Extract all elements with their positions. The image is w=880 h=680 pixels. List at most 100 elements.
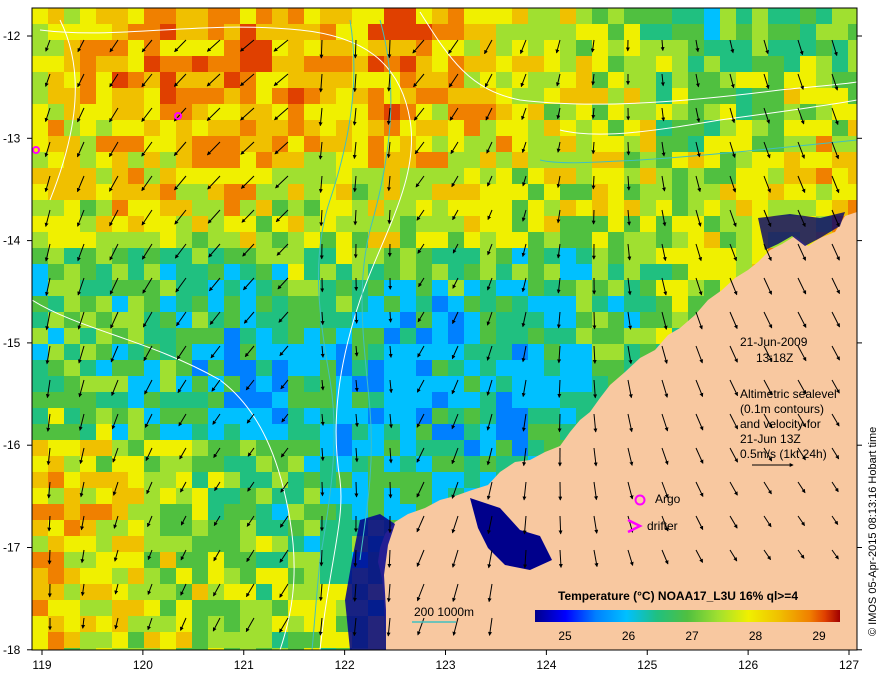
sst-cell — [160, 552, 176, 568]
sst-cell — [736, 200, 752, 216]
sst-cell — [480, 328, 496, 344]
sst-cell — [512, 8, 528, 24]
sst-cell — [784, 152, 800, 168]
sst-cell — [144, 360, 160, 376]
sst-cell — [240, 152, 256, 168]
sst-cell — [400, 408, 416, 424]
sst-cell — [176, 168, 192, 184]
sst-cell — [704, 216, 720, 232]
sst-cell — [128, 360, 144, 376]
velocity-arrow — [319, 39, 324, 59]
sst-cell — [496, 376, 512, 392]
sst-cell — [160, 440, 176, 456]
sst-cell — [320, 88, 336, 104]
sst-cell — [128, 56, 144, 72]
sst-cell — [560, 344, 576, 360]
sst-cell — [288, 168, 304, 184]
sst-cell — [816, 8, 832, 24]
sst-cell — [240, 472, 256, 488]
sst-cell — [496, 216, 512, 232]
sst-cell — [192, 264, 208, 280]
sst-cell — [48, 520, 64, 536]
sst-cell — [432, 328, 448, 344]
sst-cell — [352, 376, 368, 392]
sst-cell — [560, 232, 576, 248]
sst-cell — [160, 360, 176, 376]
sst-cell — [704, 24, 720, 40]
sst-cell — [144, 152, 160, 168]
sst-cell — [208, 216, 224, 232]
sst-cell — [464, 248, 480, 264]
sst-cell — [528, 344, 544, 360]
sst-cell — [256, 296, 272, 312]
sst-cell — [592, 168, 608, 184]
sst-cell — [752, 8, 768, 24]
sst-cell — [48, 152, 64, 168]
sst-cell — [272, 424, 288, 440]
sst-cell — [352, 8, 368, 24]
sst-cell — [224, 216, 240, 232]
sst-cell — [112, 440, 128, 456]
sst-cell — [80, 328, 96, 344]
sst-cell — [768, 56, 784, 72]
sst-cell — [400, 248, 416, 264]
sst-cell — [336, 424, 352, 440]
sst-cell — [528, 24, 544, 40]
x-tick-label: 120 — [133, 658, 153, 672]
sst-cell — [32, 552, 48, 568]
sst-cell — [208, 424, 224, 440]
sst-cell — [544, 168, 560, 184]
sst-cell — [368, 296, 384, 312]
sst-cell — [64, 456, 80, 472]
sst-cell — [560, 88, 576, 104]
sst-cell — [224, 520, 240, 536]
sst-cell — [48, 568, 64, 584]
sst-cell — [32, 360, 48, 376]
velocity-arrow — [592, 311, 597, 330]
sst-cell — [48, 392, 64, 408]
sst-cell — [288, 248, 304, 264]
sst-cell — [224, 184, 240, 200]
sst-cell — [496, 120, 512, 136]
sst-cell — [512, 264, 528, 280]
sst-cell — [240, 312, 256, 328]
sst-cell — [416, 328, 432, 344]
sst-cell — [144, 552, 160, 568]
sst-cell — [208, 248, 224, 264]
sst-cell — [640, 56, 656, 72]
sst-cell — [96, 184, 112, 200]
sst-cell — [384, 200, 400, 216]
sst-cell — [304, 392, 320, 408]
sst-cell — [704, 264, 720, 280]
sst-cell — [480, 200, 496, 216]
sst-cell — [160, 408, 176, 424]
sst-cell — [208, 312, 224, 328]
sst-cell — [96, 632, 112, 648]
sst-cell — [96, 488, 112, 504]
sst-cell — [256, 312, 272, 328]
legend-line: 21-Jun 13Z — [740, 432, 801, 446]
sst-cell — [112, 568, 128, 584]
sst-cell — [816, 40, 832, 56]
sst-cell — [144, 40, 160, 56]
sst-cell — [272, 296, 288, 312]
sst-cell — [448, 408, 464, 424]
sst-cell — [352, 40, 368, 56]
sst-cell — [336, 296, 352, 312]
sst-cell — [96, 376, 112, 392]
sst-cell — [144, 600, 160, 616]
sst-cell — [528, 248, 544, 264]
sst-cell — [480, 184, 496, 200]
sst-cell — [336, 312, 352, 328]
sst-cell — [336, 168, 352, 184]
sst-cell — [240, 264, 256, 280]
sst-cell — [304, 232, 320, 248]
sst-cell — [768, 168, 784, 184]
sst-cell — [272, 264, 288, 280]
sst-cell — [176, 568, 192, 584]
sst-cell — [352, 168, 368, 184]
sst-cell — [128, 616, 144, 632]
sst-cell — [544, 232, 560, 248]
sst-cell — [736, 168, 752, 184]
sst-cell — [816, 88, 832, 104]
